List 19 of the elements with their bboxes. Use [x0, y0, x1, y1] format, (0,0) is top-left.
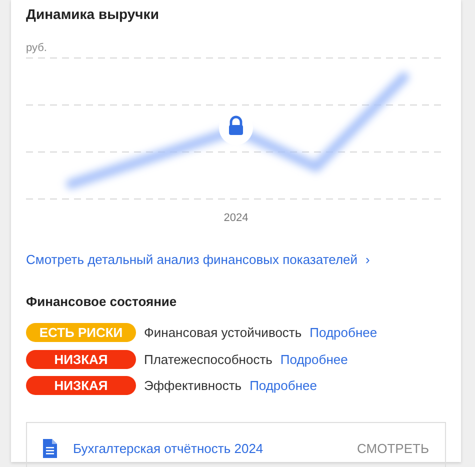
- indicator-label: Финансовая устойчивость: [144, 324, 302, 342]
- document-icon: [43, 439, 57, 458]
- report-card[interactable]: Бухгалтерская отчётность 2024 СМОТРЕТЬ: [26, 422, 446, 467]
- section-title: Финансовое состояние: [26, 292, 178, 310]
- axis-unit-label: руб.: [26, 41, 48, 56]
- status-badge: ЕСТЬ РИСКИ: [26, 323, 136, 342]
- indicator-label: Платежеспособность: [144, 350, 272, 368]
- chevron-icon: ›: [366, 250, 370, 270]
- more-link[interactable]: Подробнее: [310, 323, 378, 342]
- more-link[interactable]: Подробнее: [280, 350, 348, 369]
- details-link[interactable]: Смотреть детальный анализ финансовых показателей: [26, 250, 358, 270]
- more-link[interactable]: Подробнее: [250, 376, 317, 396]
- status-badge: НИЗКАЯ: [26, 350, 136, 369]
- indicator-label: Эффективность: [144, 377, 242, 395]
- report-link[interactable]: Бухгалтерская отчётность 2024: [73, 438, 264, 458]
- status-badge: НИЗКАЯ: [26, 376, 136, 396]
- section-title: Динамика выручки: [26, 5, 160, 24]
- axis-label: 2024: [224, 212, 248, 224]
- view-button[interactable]: СМОТРЕТЬ: [357, 438, 429, 458]
